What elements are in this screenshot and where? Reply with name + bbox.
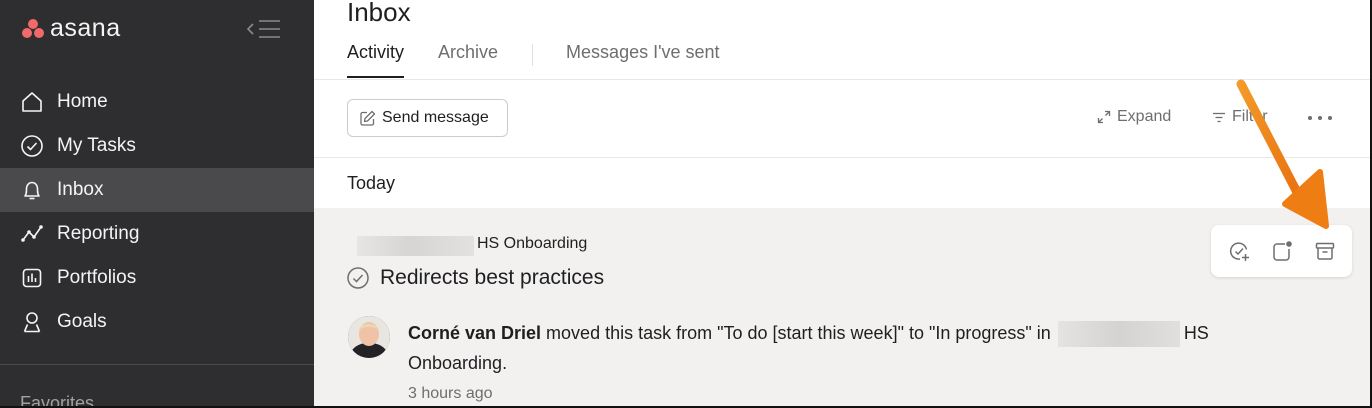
tab-archive[interactable]: Archive <box>438 42 498 78</box>
portfolio-icon <box>20 266 44 290</box>
app-window: asana Home My Tasks Inbox Reporting Port… <box>0 0 1370 406</box>
check-circle-icon <box>20 134 44 158</box>
collapse-menu-icon <box>246 20 280 38</box>
notification-project[interactable]: HS Onboarding <box>477 235 587 253</box>
sidebar-item-goals[interactable]: Goals <box>0 300 314 344</box>
sidebar-item-home[interactable]: Home <box>0 80 314 124</box>
send-message-label: Send message <box>382 109 489 126</box>
unread-dot-icon <box>1272 241 1292 261</box>
sidebar-item-label: Goals <box>57 311 107 332</box>
notification-story: Corné van Driel moved this task from "To… <box>408 318 1308 378</box>
mark-unread-button[interactable] <box>1265 234 1299 268</box>
main-panel: Inbox Activity Archive Messages I've sen… <box>314 0 1370 406</box>
redacted-project-prefix <box>1057 321 1180 348</box>
tabs-divider <box>314 79 1370 80</box>
notification-timestamp: 3 hours ago <box>408 385 493 402</box>
favorites-heading[interactable]: Favorites <box>20 393 94 406</box>
more-dot-icon <box>1328 116 1332 120</box>
sidebar-item-reporting[interactable]: Reporting <box>0 212 314 256</box>
logo-text: asana <box>50 13 121 42</box>
sidebar-item-label: My Tasks <box>57 135 136 156</box>
notification-actions <box>1211 225 1352 277</box>
bell-icon <box>20 178 44 202</box>
task-title[interactable]: Redirects best practices <box>380 266 604 290</box>
chart-line-icon <box>20 222 44 246</box>
archive-button[interactable] <box>1308 234 1342 268</box>
group-heading-today: Today <box>347 173 396 193</box>
expand-button[interactable]: Expand <box>1097 108 1171 126</box>
sidebar-nav: Home My Tasks Inbox Reporting Portfolios… <box>0 80 314 344</box>
more-options-button[interactable] <box>1306 106 1334 130</box>
home-icon <box>20 90 44 114</box>
redacted-breadcrumb <box>357 236 474 256</box>
expand-icon <box>1097 110 1111 124</box>
story-actor[interactable]: Corné van Driel <box>408 323 541 343</box>
task-complete-icon <box>347 267 369 289</box>
sidebar-item-my-tasks[interactable]: My Tasks <box>0 124 314 168</box>
page-title: Inbox <box>347 0 411 27</box>
tab-divider <box>532 44 534 66</box>
tab-messages-sent[interactable]: Messages I've sent <box>566 42 720 78</box>
compose-icon <box>360 110 376 126</box>
sidebar-item-label: Home <box>57 91 108 112</box>
more-dot-icon <box>1308 116 1312 120</box>
inbox-notification[interactable]: HS Onboarding Redirects best practices C… <box>314 208 1370 406</box>
sidebar-item-inbox[interactable]: Inbox <box>0 168 314 212</box>
toolbar-divider <box>314 157 1370 158</box>
sidebar: asana Home My Tasks Inbox Reporting Port… <box>0 0 314 406</box>
send-message-button[interactable]: Send message <box>347 99 508 137</box>
collapse-sidebar-button[interactable] <box>244 16 284 42</box>
filter-label: Filter <box>1232 108 1268 125</box>
check-plus-icon <box>1229 242 1249 261</box>
person-icon <box>20 310 44 334</box>
more-dot-icon <box>1318 116 1322 120</box>
tab-activity[interactable]: Activity <box>347 42 405 78</box>
filter-icon <box>1212 110 1226 124</box>
asana-logo-icon <box>20 17 46 39</box>
sidebar-item-label: Reporting <box>57 223 140 244</box>
follow-task-button[interactable] <box>1222 234 1256 268</box>
inbox-tabs: Activity Archive Messages I've sent <box>347 42 754 80</box>
task-title-row[interactable]: Redirects best practices <box>346 266 604 290</box>
avatar[interactable] <box>348 316 390 358</box>
archive-icon <box>1315 242 1334 260</box>
sidebar-item-label: Portfolios <box>57 267 137 288</box>
asana-logo[interactable]: asana <box>20 14 121 42</box>
filter-button[interactable]: Filter <box>1212 108 1268 126</box>
expand-label: Expand <box>1117 108 1172 125</box>
sidebar-divider <box>0 364 314 365</box>
story-text: moved this task from "To do [start this … <box>541 323 1056 343</box>
sidebar-item-label: Inbox <box>57 179 104 200</box>
sidebar-item-portfolios[interactable]: Portfolios <box>0 256 314 300</box>
